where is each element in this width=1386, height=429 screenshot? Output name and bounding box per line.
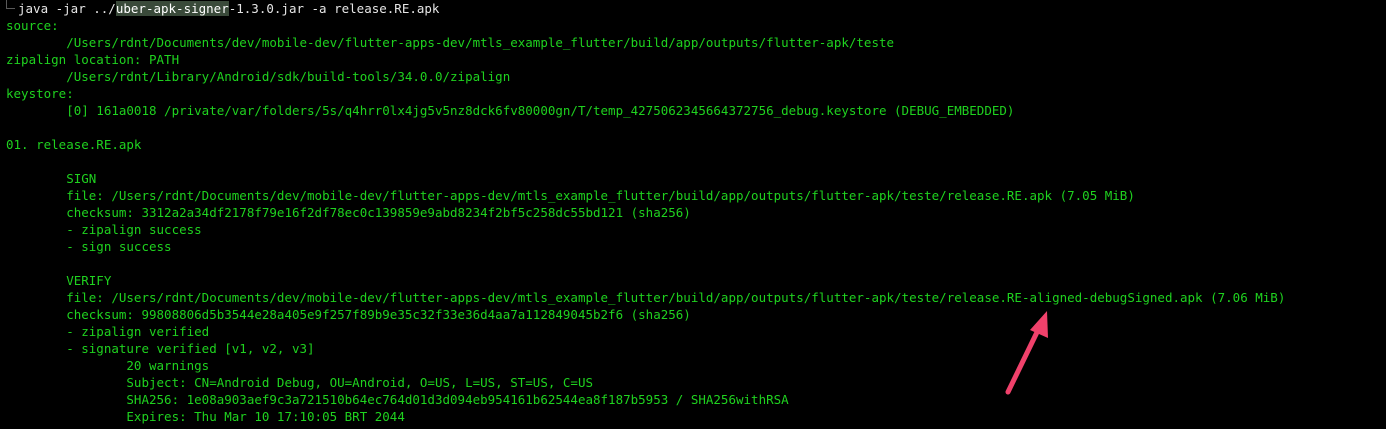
terminal-window[interactable]: java -jar ../uber-apk-signer-1.3.0.jar -…	[0, 0, 1386, 429]
arrow-icon	[1005, 311, 1048, 395]
